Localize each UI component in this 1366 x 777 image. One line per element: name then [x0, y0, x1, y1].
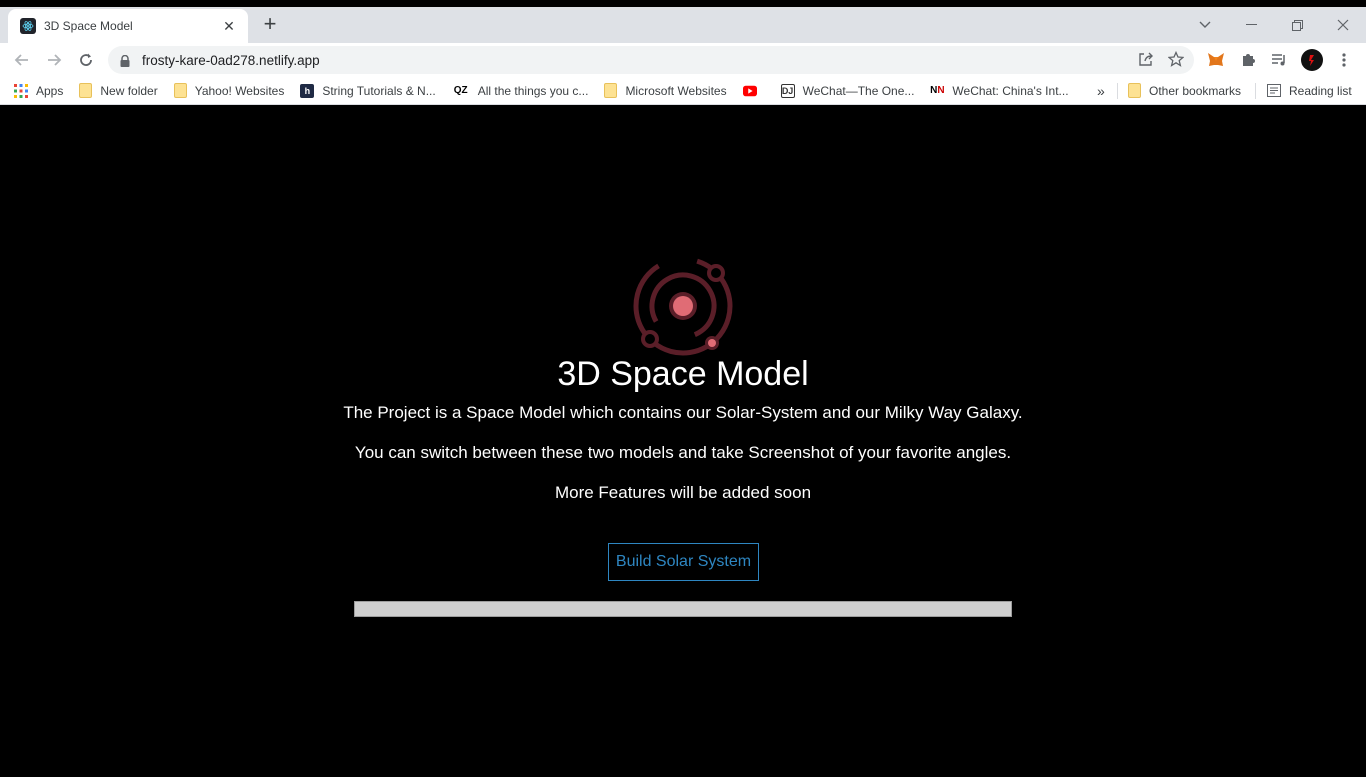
bookmark-yahoo-websites[interactable]: Yahoo! Websites	[173, 83, 285, 98]
metamask-icon[interactable]	[1202, 46, 1230, 74]
bookmark-label: Apps	[36, 83, 64, 98]
bookmark-label: String Tutorials & N...	[322, 83, 436, 98]
h-icon: h	[300, 83, 315, 98]
folder-icon	[79, 83, 93, 98]
loading-progress-bar	[354, 601, 1012, 617]
bookmark-wechat-the-one[interactable]: DJ WeChat—The One...	[780, 83, 915, 98]
bookmarks-divider	[1255, 83, 1256, 99]
bookmark-all-the-things[interactable]: QZ All the things you c...	[452, 84, 589, 98]
close-tab-icon[interactable]: ✕	[220, 18, 238, 35]
tab-strip: 3D Space Model ✕ +	[0, 7, 1366, 43]
star-icon[interactable]	[1167, 50, 1185, 70]
bookmark-label: New folder	[100, 83, 158, 98]
bookmark-label: WeChat: China's Int...	[952, 83, 1069, 98]
dj-icon: DJ	[780, 83, 795, 98]
profile-avatar-icon[interactable]	[1298, 46, 1326, 74]
bookmark-label: Other bookmarks	[1149, 83, 1242, 98]
page-content: 3D Space Model The Project is a Space Mo…	[0, 105, 1366, 771]
tab-search-icon[interactable]	[1182, 7, 1228, 43]
extensions-puzzle-icon[interactable]	[1234, 46, 1262, 74]
bookmark-new-folder[interactable]: New folder	[79, 83, 158, 98]
media-queue-icon[interactable]	[1265, 46, 1293, 74]
description-line-3: More Features will be added soon	[554, 483, 812, 502]
bookmarks-bar: Apps New folder Yahoo! Websites h String…	[0, 77, 1366, 105]
description-line-1: The Project is a Space Model which conta…	[343, 403, 1023, 422]
description-line-2: You can switch between these two models …	[354, 443, 1012, 462]
forward-icon[interactable]	[38, 46, 70, 74]
bookmark-apps[interactable]: Apps	[14, 83, 64, 98]
browser-tab[interactable]: 3D Space Model ✕	[8, 9, 248, 43]
bookmark-wechat-china[interactable]: NN WeChat: China's Int...	[930, 84, 1068, 98]
address-bar[interactable]: frosty-kare-0ad278.netlify.app	[108, 46, 1194, 74]
react-icon	[20, 18, 36, 34]
apps-grid-icon	[14, 83, 28, 98]
bookmark-label: All the things you c...	[477, 83, 589, 98]
menu-kebab-icon[interactable]	[1330, 46, 1358, 74]
back-icon[interactable]	[6, 46, 38, 74]
close-window-icon[interactable]	[1320, 7, 1366, 43]
bookmark-youtube[interactable]	[742, 84, 765, 98]
url-text: frosty-kare-0ad278.netlify.app	[142, 52, 320, 68]
solar-system-logo-icon	[633, 257, 733, 356]
reading-list-icon	[1267, 84, 1281, 98]
youtube-icon	[742, 84, 757, 98]
more-bookmarks-button[interactable]: »	[1097, 83, 1105, 99]
tab-title: 3D Space Model	[44, 19, 133, 33]
bookmark-microsoft-websites[interactable]: Microsoft Websites	[604, 83, 727, 98]
qz-icon: QZ	[453, 85, 468, 96]
bookmark-other-bookmarks[interactable]: Other bookmarks	[1128, 83, 1241, 98]
share-icon[interactable]	[1138, 51, 1154, 70]
browser-toolbar: frosty-kare-0ad278.netlify.app	[0, 43, 1366, 77]
reading-list-label: Reading list	[1289, 83, 1352, 98]
bookmark-label: Microsoft Websites	[625, 83, 727, 98]
nn-icon: NN	[930, 85, 945, 96]
reload-icon[interactable]	[70, 46, 102, 74]
minimize-icon[interactable]	[1228, 7, 1274, 43]
lock-icon	[120, 54, 130, 67]
page-title: 3D Space Model	[557, 355, 809, 393]
build-solar-system-button[interactable]: Build Solar System	[608, 543, 759, 581]
bookmark-label: WeChat—The One...	[802, 83, 915, 98]
reading-list-button[interactable]: Reading list	[1267, 84, 1352, 98]
new-tab-button[interactable]: +	[258, 13, 282, 37]
bookmark-string-tutorials[interactable]: h String Tutorials & N...	[300, 83, 436, 98]
bookmark-label: Yahoo! Websites	[194, 83, 285, 98]
folder-icon	[1128, 83, 1141, 98]
folder-icon	[604, 83, 618, 98]
folder-icon	[173, 83, 187, 98]
restore-icon[interactable]	[1274, 7, 1320, 43]
bookmarks-divider	[1117, 83, 1118, 99]
